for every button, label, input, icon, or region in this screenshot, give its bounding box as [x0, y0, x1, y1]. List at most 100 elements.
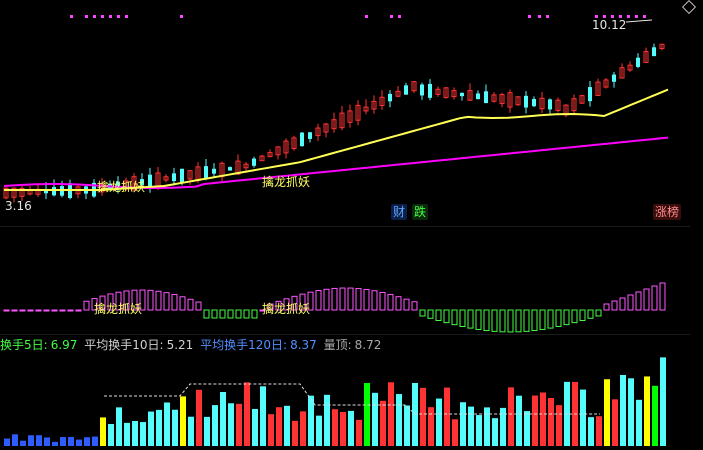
volume-bar: [196, 389, 202, 446]
volume-bar: [68, 436, 74, 446]
volume-bar: [460, 402, 466, 446]
volume-bar: [180, 396, 186, 446]
fall-badge[interactable]: 跌: [412, 204, 429, 220]
signal-label: 擒龙抓妖: [262, 302, 311, 316]
indicator-bar: [171, 294, 178, 311]
indicator-bar: [451, 309, 458, 326]
indicator-bar: [403, 298, 410, 311]
turnover-5-value: 6.97: [50, 338, 78, 352]
indicator-bar: [11, 309, 18, 312]
volume-bar: [524, 411, 530, 446]
volume-bar: [52, 441, 58, 446]
volume-bar: [28, 435, 34, 446]
indicator-bar: [435, 309, 442, 322]
candle-body: [460, 92, 464, 97]
volume-bar: [244, 382, 250, 446]
volume-bar: [204, 416, 210, 446]
volume-bar: [348, 410, 354, 446]
limit-list-badge[interactable]: 涨榜: [653, 204, 682, 220]
indicator-bar: [219, 309, 226, 319]
indicator-bar: [619, 297, 626, 311]
indicator-bar: [227, 309, 234, 319]
indicator-bar: [531, 309, 538, 332]
volume-bar: [36, 435, 42, 446]
candle-body: [420, 84, 424, 96]
volume-bar: [596, 416, 602, 446]
volume-bar: [276, 407, 282, 446]
indicator-bar: [211, 309, 218, 319]
candle-body: [252, 158, 256, 166]
top-marker: [643, 15, 646, 18]
top-marker: [85, 15, 88, 18]
peak-label: 量顶:: [323, 338, 352, 352]
stock-chart[interactable]: 10.12 3.16 擒龙抓妖 擒龙抓妖 财 跌 涨榜 擒龙抓妖 擒龙抓妖 换手…: [0, 0, 703, 446]
indicator-bar: [83, 300, 90, 311]
indicator-bar: [627, 294, 634, 311]
volume-bar: [228, 403, 234, 446]
candle-body: [428, 83, 432, 98]
volume-bar: [4, 438, 10, 446]
turnover-summary: 换手5日: 6.97 平均换手10日: 5.21 平均换手120日: 8.37 量顶:…: [0, 337, 384, 353]
indicator-bar: [43, 309, 50, 312]
candle-body: [148, 174, 152, 187]
volume-bar: [556, 405, 562, 446]
indicator-bar: [595, 309, 602, 317]
candle-body: [172, 173, 176, 182]
volume-bar: [172, 409, 178, 446]
volume-bar: [476, 415, 482, 446]
volume-bar: [12, 434, 18, 446]
indicator-bar: [187, 298, 194, 311]
indicator-bar: [243, 309, 250, 319]
candle-body: [300, 132, 304, 147]
turnover-120-value: 8.37: [290, 338, 317, 352]
indicator-bar: [235, 309, 242, 319]
finance-badge[interactable]: 财: [391, 204, 408, 220]
volume-bar: [188, 416, 194, 446]
indicator-bar: [651, 285, 658, 311]
indicator-bar: [179, 296, 186, 311]
indicator-bar: [203, 309, 210, 319]
indicator-bar: [155, 290, 162, 311]
candle-body: [652, 47, 656, 57]
volume-bar: [420, 387, 426, 446]
indicator-bar: [547, 309, 554, 329]
volume-panel: [4, 357, 666, 446]
top-marker: [117, 15, 120, 18]
volume-bar: [284, 405, 290, 446]
indicator-bar: [603, 303, 610, 311]
volume-bar: [236, 403, 242, 446]
indicator-bar: [67, 309, 74, 312]
indicator-bar: [371, 290, 378, 311]
volume-bar: [428, 407, 434, 446]
volume-bar: [436, 398, 442, 446]
chart-canvas[interactable]: [0, 0, 703, 446]
candle-body: [404, 85, 408, 95]
low-price-label: 3.16: [5, 199, 32, 213]
volume-bar: [636, 399, 642, 446]
candle-body: [180, 168, 184, 184]
volume-bar: [532, 395, 538, 446]
candle-body: [476, 93, 480, 100]
indicator-bar: [563, 309, 570, 326]
volume-bar: [628, 378, 634, 446]
indicator-bar: [643, 288, 650, 311]
volume-bar: [468, 406, 474, 446]
top-marker: [180, 15, 183, 18]
indicator-bar: [51, 309, 58, 312]
peak-value: 8.72: [354, 338, 382, 352]
volume-bar: [268, 414, 274, 446]
candle-body: [308, 132, 312, 139]
volume-bar: [492, 418, 498, 446]
volume-bar: [260, 386, 266, 446]
indicator-bar: [659, 282, 666, 311]
volume-bar: [300, 411, 306, 446]
signal-label: 擒龙抓妖: [97, 180, 146, 194]
indicator-bar: [379, 291, 386, 311]
indicator-bar: [587, 309, 594, 319]
volume-bar: [660, 357, 666, 446]
indicator-bar: [635, 291, 642, 311]
top-marker: [70, 15, 73, 18]
indicator-bar: [579, 309, 586, 321]
top-marker: [627, 15, 630, 18]
indicator-bar: [515, 309, 522, 333]
